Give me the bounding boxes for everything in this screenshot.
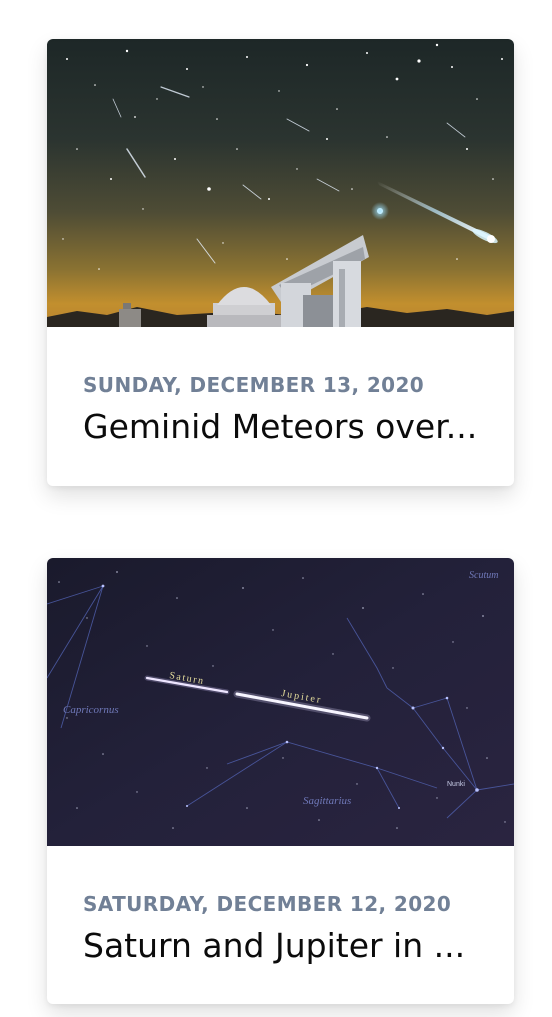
- post-card-body: SATURDAY, DECEMBER 12, 2020 Saturn and J…: [47, 892, 514, 966]
- nunki-label: Nunki: [447, 781, 465, 788]
- post-title[interactable]: Saturn and Jupiter in ...: [83, 926, 478, 966]
- post-title[interactable]: Geminid Meteors over...: [83, 407, 478, 447]
- capricornus-label: Capricornus: [63, 704, 119, 716]
- post-thumbnail-saturn-jupiter-image[interactable]: Saturn Jupiter Capricornus Sagittarius S…: [47, 558, 514, 846]
- post-card[interactable]: Saturn Jupiter Capricornus Sagittarius S…: [47, 558, 514, 1004]
- scutum-label: Scutum: [469, 570, 498, 581]
- post-date: SUNDAY, DECEMBER 13, 2020: [83, 373, 425, 397]
- post-card-body: SUNDAY, DECEMBER 13, 2020 Geminid Meteor…: [47, 373, 514, 447]
- post-date: SATURDAY, DECEMBER 12, 2020: [83, 892, 452, 916]
- sagittarius-label: Sagittarius: [303, 795, 351, 807]
- post-card[interactable]: SUNDAY, DECEMBER 13, 2020 Geminid Meteor…: [47, 39, 514, 486]
- post-thumbnail-meteor-image[interactable]: [47, 39, 514, 327]
- post-feed: SUNDAY, DECEMBER 13, 2020 Geminid Meteor…: [0, 0, 552, 1017]
